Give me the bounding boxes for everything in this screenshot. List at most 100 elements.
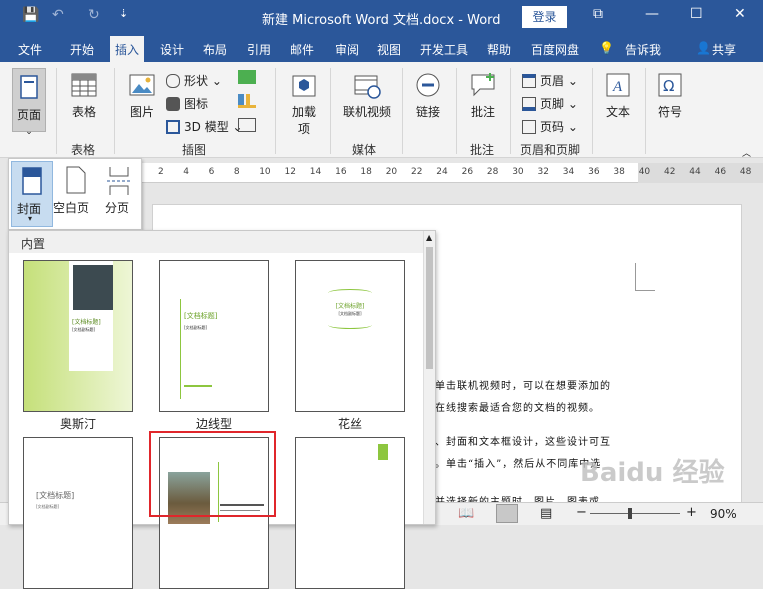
cover-page-gallery: 内置 [文档标题] [文档副标题] 奥斯汀 [文档标题] [文档副标题] 边线型… [8,230,436,589]
tab-layout[interactable]: 布局 [203,41,227,58]
row2-title: [文档标题] [36,491,75,500]
3d-models-button[interactable]: 3D 模型 ⌄ [166,118,243,135]
screenshot-icon[interactable] [238,118,256,132]
tab-developer[interactable]: 开发工具 [420,41,468,58]
symbol-label: 符号 [657,105,682,119]
sideline-subtitle: [文档副标题] [184,325,208,330]
cover-page-button[interactable]: 封面 ▾ [11,161,53,227]
zoom-slider[interactable] [590,513,680,514]
close-button[interactable]: ✕ [734,6,746,22]
tab-tell-me[interactable]: 告诉我 [625,41,661,58]
ruler-number: 8 [233,167,240,177]
scroll-up-icon[interactable]: ▲ [426,233,432,242]
comment-icon [471,73,495,97]
maximize-button[interactable]: ☐ [690,6,703,22]
page-number-button[interactable]: 页码 ⌄ [522,118,578,135]
share-button[interactable]: 共享 [712,41,736,58]
web-layout-icon[interactable]: ▤ [540,506,552,521]
ruler-number: 48 [739,167,752,177]
smartart-icon[interactable] [238,70,256,84]
filigree-title: [文档标题] [335,303,365,310]
save-icon[interactable]: 💾 [22,7,39,23]
ribbon-separator [275,68,276,154]
shapes-button[interactable]: 形状 ⌄ [166,72,222,89]
zoom-in-button[interactable]: + [686,505,697,520]
tab-review[interactable]: 审阅 [335,41,359,58]
login-button[interactable]: 登录 [522,6,567,28]
icons-button[interactable]: 图标 [166,95,208,112]
ruler-number: 4 [183,167,190,177]
ribbon-separator [510,68,511,154]
link-button[interactable]: 链接 [411,70,445,120]
ruler-number: 46 [714,167,727,177]
cover-thumbnail-row2-3[interactable] [295,437,405,589]
tab-view[interactable]: 视图 [377,41,401,58]
minimize-button[interactable]: — [645,6,659,22]
zoom-level[interactable]: 90% [710,507,737,521]
chart-icon[interactable] [238,94,256,108]
print-layout-icon[interactable] [496,504,518,523]
comment-button[interactable]: 批注 [466,70,500,120]
redo-icon[interactable]: ↻ [88,7,100,23]
tab-design[interactable]: 设计 [160,41,184,58]
page-number-label: 页码 [540,120,565,134]
link-icon [416,73,440,97]
austin-subtitle: [文档副标题] [72,327,96,332]
page-break-button[interactable]: 分页 [99,161,141,227]
share-icon[interactable]: 👤 [696,41,711,55]
ruler-number: 14 [309,167,322,177]
pages-dropdown: 封面 ▾ 空白页 分页 [8,158,142,230]
header-button[interactable]: 页眉 ⌄ [522,72,578,89]
tab-file[interactable]: 文件 [18,41,42,58]
ribbon-separator [56,68,57,154]
cover-label-sideline: 边线型 [195,417,232,431]
tab-baidu-netdisk[interactable]: 百度网盘 [531,41,579,58]
pages-button[interactable]: 页面 ⌄ [12,68,46,137]
tab-home[interactable]: 开始 [70,41,94,58]
customize-quick-access-icon[interactable]: ⇣ [119,7,128,20]
document-text-line: 。单击“插入”，然后从不同库中选 [435,459,602,470]
horizontal-ruler[interactable]: 2 4 6 8 10 12 14 16 18 20 22 24 26 28 30 32 34 36 38 40 42 44… [142,163,763,183]
cube-icon [166,120,180,134]
ribbon-separator [114,68,115,154]
ruler-number: 18 [360,167,372,177]
tab-references[interactable]: 引用 [247,41,271,58]
gallery-scrollbar[interactable]: ▲ [423,231,435,524]
ruler-number: 32 [537,167,549,177]
ribbon-separator [330,68,331,154]
ribbon-display-options-icon[interactable]: ⧉ [593,6,603,22]
cover-thumbnail-austin[interactable]: [文档标题] [文档副标题] [23,260,133,412]
ruler-number: 2 [158,167,164,177]
cover-thumbnail-row2-1[interactable]: [文档标题] [文档副标题] [23,437,133,589]
tab-mailings[interactable]: 邮件 [290,41,314,58]
header-label: 页眉 [540,74,565,88]
sideline-title: [文档标题] [184,312,218,320]
scroll-thumb[interactable] [426,247,433,369]
footer-button[interactable]: 页脚 ⌄ [522,95,578,112]
table-button[interactable]: 表格 [66,70,102,120]
cover-thumbnail-filigree[interactable]: [文档标题] [文档副标题] [295,260,405,412]
text-button[interactable]: A 文本 [601,70,635,120]
symbol-button[interactable]: Ω 符号 [653,70,687,120]
addins-button[interactable]: 加载 项 [286,70,322,137]
ruler-number: 10 [259,167,271,177]
tab-help[interactable]: 帮助 [487,41,511,58]
undo-icon[interactable]: ↶ [52,7,64,23]
watermark: Baidu 经验 [580,458,725,488]
read-mode-icon[interactable]: 📖 [458,506,474,521]
header-icon [522,74,536,88]
tab-insert[interactable]: 插入 [110,36,145,62]
zoom-slider-thumb[interactable] [628,508,632,519]
group-label-header-footer: 页眉和页脚 [520,143,581,157]
lightbulb-icon[interactable]: 💡 [599,41,614,55]
ruler-number: 20 [385,167,398,177]
picture-button[interactable]: 图片 [124,70,160,120]
online-video-button[interactable]: 联机视频 [340,70,394,120]
page-icon [20,75,38,99]
zoom-out-button[interactable]: − [576,505,587,520]
blank-page-button[interactable]: 空白页 [53,161,97,227]
sideline-footer [184,385,212,387]
cover-thumbnail-sideline[interactable]: [文档标题] [文档副标题] [159,260,269,412]
collapse-ribbon-icon[interactable]: ︿ [742,146,751,159]
document-text-line: 在线搜索最适合您的文档的视频。 [435,403,600,414]
